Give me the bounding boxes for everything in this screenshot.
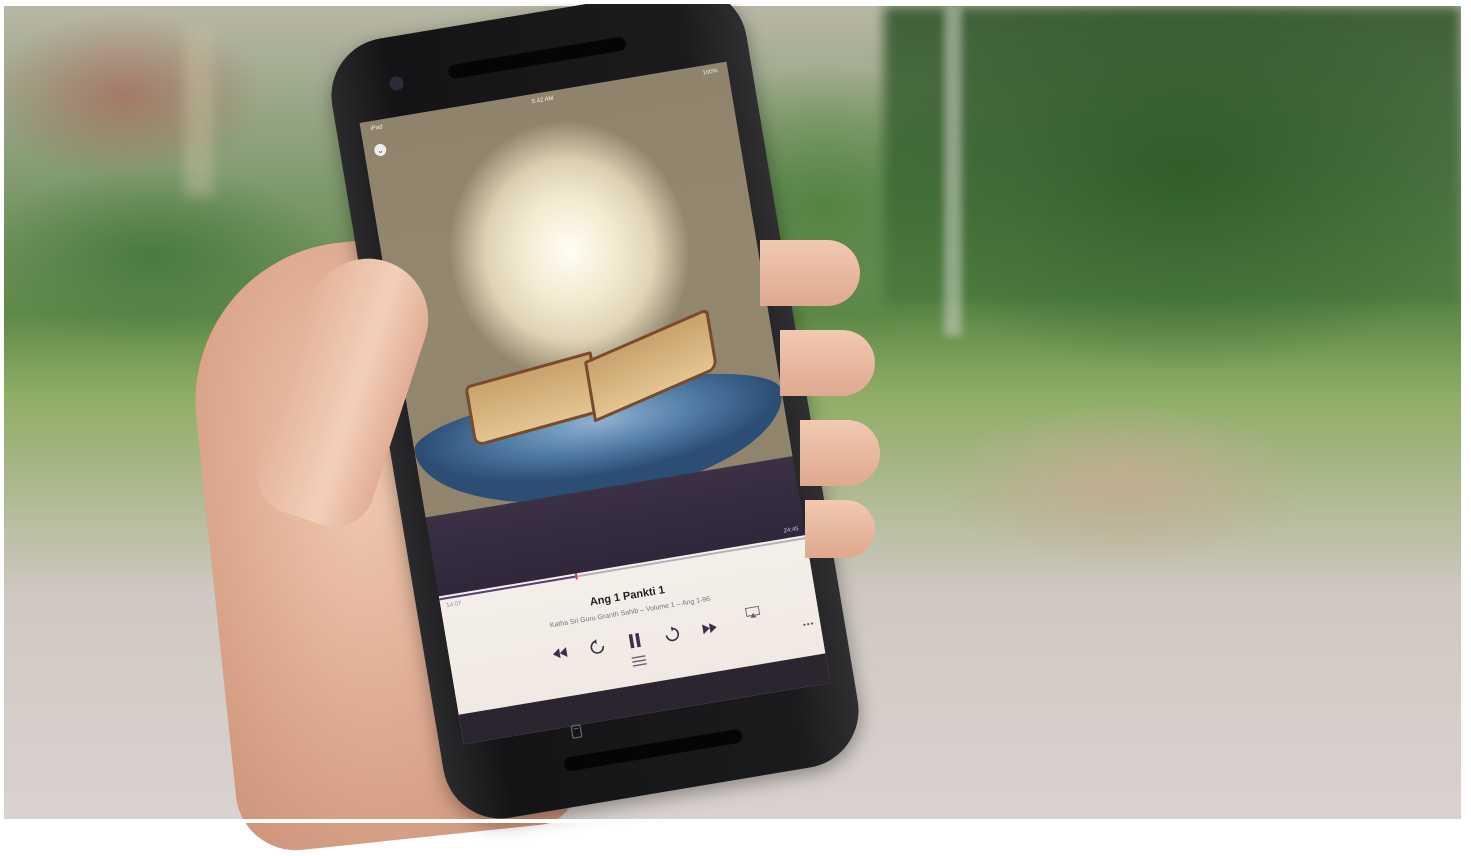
trees [884,6,1461,306]
post [944,6,962,336]
rewind-icon[interactable] [551,644,569,662]
progress-knob[interactable] [574,573,578,580]
finger-3 [800,420,880,486]
skip-forward-15-icon[interactable] [663,625,681,643]
post-left [184,26,214,196]
more-icon[interactable]: ••• [802,619,815,630]
queue-list-icon[interactable] [631,653,648,673]
status-carrier: iPad [370,124,384,133]
fast-forward-icon[interactable] [701,619,719,637]
library-icon[interactable] [568,722,586,740]
finger-1 [760,240,860,306]
finger-4 [805,500,875,558]
skip-back-15-icon[interactable] [588,638,606,656]
airplay-icon[interactable] [744,604,762,624]
finger-2 [780,330,875,396]
status-time: 5:42 AM [531,95,555,106]
status-battery: 100% [702,68,719,77]
pause-icon[interactable] [626,631,644,649]
